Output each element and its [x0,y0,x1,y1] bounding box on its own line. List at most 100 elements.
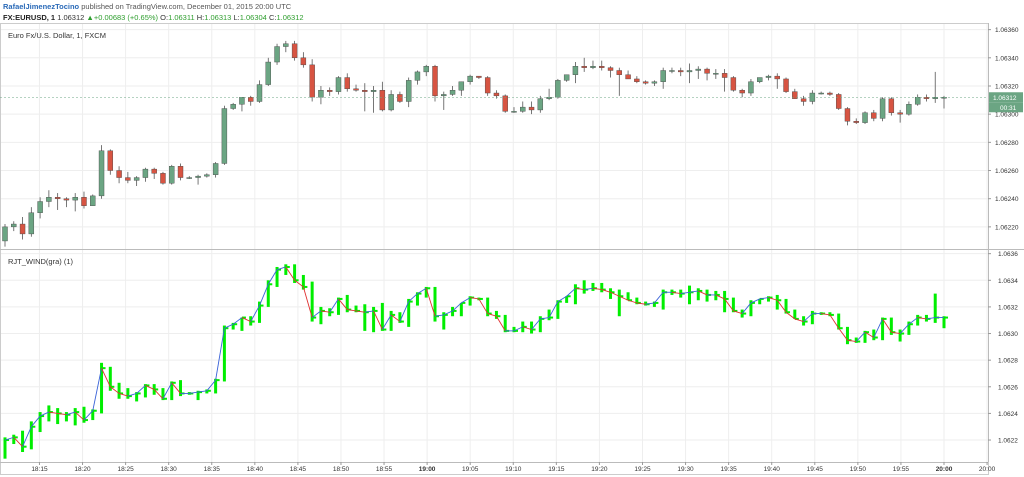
y-tick-label: 1.06300 [995,112,1019,119]
candle [221,105,228,165]
candle [256,80,263,103]
candle-body [432,66,438,97]
candle-body [669,70,675,72]
x-tick-label: 18:45 [290,466,307,473]
candle-body [291,43,298,59]
candle [730,76,737,92]
candle [230,102,236,110]
candle-body [90,195,96,206]
candle [932,71,938,103]
candle [695,66,701,79]
wind-bar [407,298,413,327]
candle [914,94,921,106]
candle [169,164,175,185]
last-price-label: 1.06312 [993,95,1017,102]
candle-body [46,197,52,202]
wind-bar [117,382,124,399]
candle-body [748,81,754,94]
candle-body [695,68,701,71]
candle [520,101,526,113]
candle-body [537,98,544,111]
candle-body [862,112,868,123]
candle [879,97,886,122]
candle [651,80,658,86]
x-tick-label: 19:20 [591,466,608,473]
candle-body [230,104,236,109]
candle [888,97,895,116]
candle-body [388,94,394,111]
x-tick-label: 20:00 [979,466,996,473]
y-tick-label: 1.0624 [998,411,1018,418]
candle-body [2,226,8,242]
candle [555,78,561,99]
candle [599,60,605,71]
wind-bar [758,297,764,305]
candle-body [19,223,26,235]
candle-body [441,94,447,97]
candle-body [818,92,824,95]
candle-body [493,92,500,97]
candle [458,81,465,96]
candle [923,94,930,102]
time-axis: 18:15 18:20 18:25 18:30 18:35 18:40 18:45 18:50… [31,462,996,473]
indicator-pane-title: RJT_WIND(gra) (1) [8,257,74,266]
wind-bar [73,408,80,426]
wind-bar [565,295,571,303]
candle [63,197,70,208]
wind-bar [916,314,922,326]
candle-body [704,68,710,74]
candle-body [353,88,359,91]
candle-body [169,166,175,184]
candle-body [511,111,517,113]
wind-bar [503,314,510,333]
countdown-label: 00:31 [1000,105,1017,112]
y-tick-label: 1.06280 [995,140,1019,147]
candle [370,85,377,113]
candle-body [871,112,877,119]
candle [195,174,201,185]
candle-body [563,74,570,81]
y-tick-label: 1.06240 [995,196,1019,203]
candle [835,93,842,110]
candle-body [625,74,631,80]
wind-bar [837,313,843,330]
candle-body [844,108,851,122]
candle [423,64,429,77]
candle [906,101,912,116]
candle [335,76,342,95]
y-tick-label: 1.06320 [995,83,1019,90]
candle [432,64,438,102]
candle-body [11,223,17,228]
candle [283,40,289,53]
candle-body [221,108,228,164]
candle [686,63,693,84]
wind-bar [696,288,703,301]
candle [844,107,851,126]
candle-body [757,77,763,82]
x-tick-label: 19:50 [850,466,867,473]
candle-body [300,57,307,66]
candle-body [142,168,149,178]
candle [625,70,631,80]
candle-body [678,70,684,73]
candle [125,171,131,184]
wind-bar [705,289,712,302]
y-tick-label: 1.0628 [998,358,1018,365]
candle-body [318,90,324,98]
x-tick-label: 20:00 [936,466,953,473]
candle-body [177,166,184,178]
candle [54,193,61,210]
x-tick-label: 19:55 [893,466,910,473]
candle-body [835,94,842,109]
candle-body [239,97,245,105]
candle [827,91,833,96]
candle [186,176,192,179]
candle-body [827,92,833,95]
candle-body [476,75,482,78]
candle-body [248,97,254,102]
x-tick-label: 19:30 [677,466,694,473]
chart-area[interactable]: 1.06360 1.06340 1.06320 1.06300 1.06280 1.062… [0,0,1024,477]
wind-bar [793,309,799,320]
candle-body [449,90,456,95]
x-tick-label: 18:25 [117,466,134,473]
